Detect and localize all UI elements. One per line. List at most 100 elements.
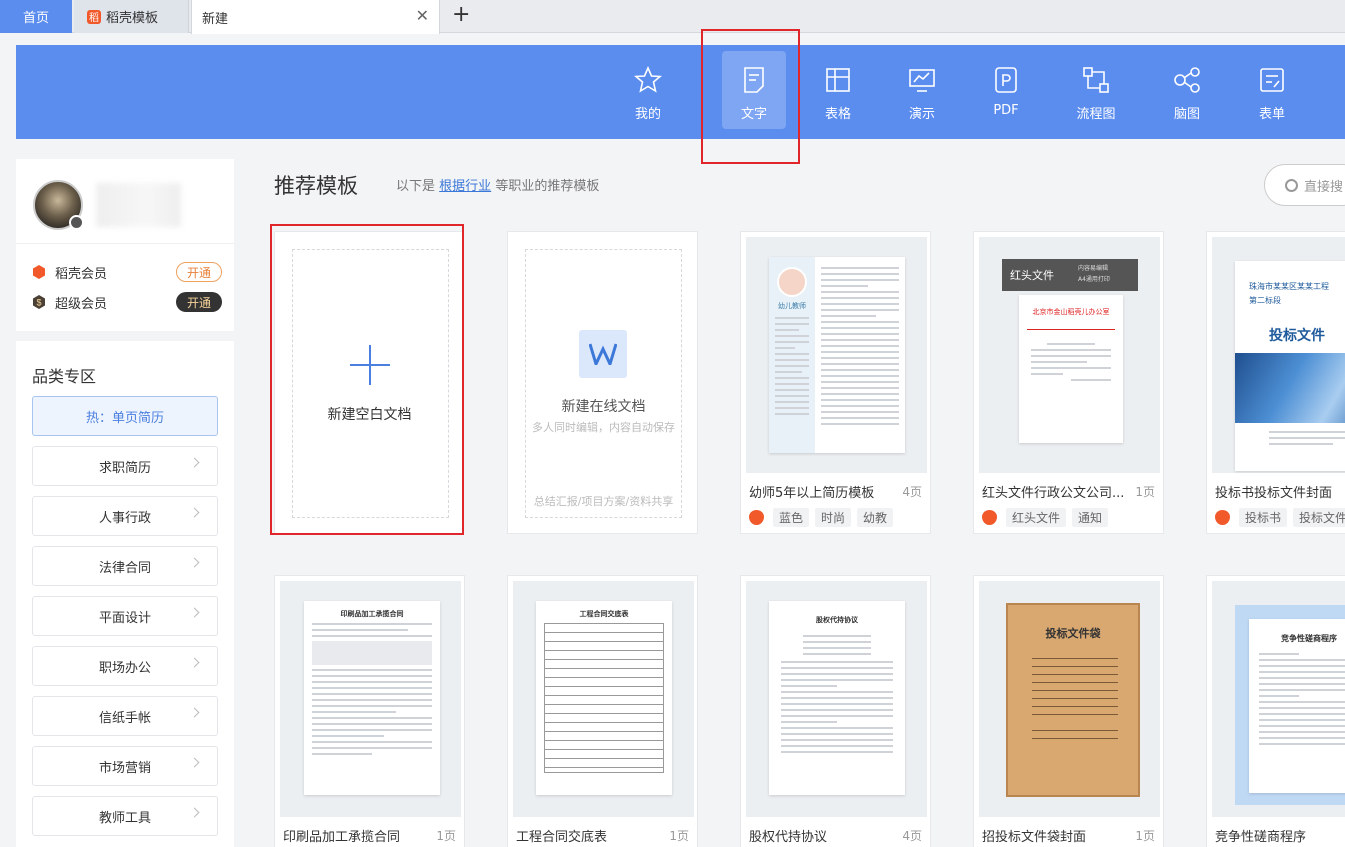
category-item[interactable]: 教师工具	[32, 796, 218, 836]
nav-form-label: 表单	[1258, 107, 1285, 122]
nav-flowchart[interactable]: 流程图	[1064, 51, 1128, 129]
tag[interactable]: 时尚	[815, 508, 852, 527]
super-member-row: $ 超级会员 开通	[32, 292, 222, 312]
thumb-head: 竞争性磋商程序	[1281, 634, 1337, 643]
template-pages: 4页	[902, 829, 922, 843]
super-member-icon: $	[33, 295, 45, 309]
docer-member-open-button[interactable]: 开通	[176, 262, 222, 282]
user-card: 稻壳会员 开通 $ 超级会员 开通	[16, 159, 234, 331]
template-tags: 投标书 投标文件	[1215, 508, 1345, 527]
thumb-line1: 珠海市某某区某某工程	[1249, 282, 1329, 291]
username-blurred	[96, 183, 181, 227]
search-placeholder: 直接搜	[1304, 179, 1344, 195]
tab-home[interactable]: 首页	[0, 0, 72, 33]
thumb-org: 北京市金山稻壳儿办公室	[1032, 308, 1110, 316]
docer-logo-icon: 稻	[87, 9, 101, 24]
category-label: 市场营销	[98, 760, 151, 776]
template-tags: 蓝色 时尚 幼教	[749, 508, 899, 527]
super-member-open-button[interactable]: 开通	[176, 292, 222, 312]
template-card[interactable]: 珠海市某某区某某工程 第二标段 投标文件 投标书投标文件封面 投标书 投标文件	[1206, 231, 1345, 534]
thumb-head: 工程合同交底表	[579, 610, 629, 618]
nav-flowchart-label: 流程图	[1076, 107, 1116, 122]
template-card[interactable]: 竞争性磋商程序 竞争性磋商程序	[1206, 575, 1345, 847]
category-label: 求职简历	[98, 460, 151, 476]
template-card[interactable]: 投标文件袋 招投标文件袋封面 1页	[973, 575, 1164, 847]
nav-mindmap-label: 脑图	[1173, 107, 1200, 122]
category-item[interactable]: 法律合同	[32, 546, 218, 586]
nav-my-label: 我的	[634, 107, 661, 122]
category-panel: 品类专区 热：单页简历 求职简历 人事行政 法律合同 平面设计 职场办公 信纸手…	[16, 341, 234, 847]
category-item[interactable]: 市场营销	[32, 746, 218, 786]
nav-pdf[interactable]: PDF	[974, 51, 1038, 129]
template-pages: 1页	[1135, 485, 1155, 499]
thumb-head: 印刷品加工承揽合同	[340, 610, 404, 618]
divider	[16, 243, 234, 244]
star-icon	[633, 66, 663, 93]
nav-sheet-label: 表格	[824, 107, 851, 122]
category-item[interactable]: 职场办公	[32, 646, 218, 686]
thumb-big: 投标文件	[1269, 328, 1325, 344]
chevron-right-icon	[189, 657, 200, 668]
tag[interactable]: 通知	[1072, 508, 1109, 527]
new-online-doc-card[interactable]: 新建在线文档 多人同时编辑，内容自动保存 总结汇报/项目方案/资料共享	[507, 231, 698, 534]
template-pages: 1页	[436, 829, 456, 843]
tab-new[interactable]: 新建 ✕	[191, 0, 440, 34]
template-thumbnail: 印刷品加工承揽合同	[280, 581, 461, 817]
template-thumbnail: 红头文件 内容易编辑 A4通用打印 北京市金山稻壳儿办公室	[979, 237, 1160, 473]
tag[interactable]: 蓝色	[773, 508, 810, 527]
template-card[interactable]: 工程合同交底表 工程合同交底表 1页	[507, 575, 698, 847]
category-label: 信纸手帐	[98, 710, 151, 726]
industry-link[interactable]: 根据行业	[439, 179, 491, 194]
chevron-right-icon	[189, 557, 200, 568]
nav-my[interactable]: 我的	[616, 51, 680, 129]
nav-presentation[interactable]: 演示	[890, 51, 954, 129]
tab-new-label: 新建	[202, 11, 229, 27]
category-item[interactable]: 信纸手帐	[32, 696, 218, 736]
tab-templates[interactable]: 稻 稻壳模板	[74, 0, 189, 33]
category-title: 品类专区	[32, 367, 97, 386]
docer-member-row: 稻壳会员 开通	[32, 262, 222, 282]
template-title: 招投标文件袋封面	[982, 830, 1087, 845]
template-card[interactable]: 幼儿教师 幼师5年以上简历模板 4页 蓝色 时尚 幼教	[740, 231, 931, 534]
template-thumbnail: 工程合同交底表	[513, 581, 694, 817]
category-item[interactable]: 求职简历	[32, 446, 218, 486]
search-input[interactable]: 直接搜	[1264, 164, 1345, 206]
chevron-right-icon	[189, 707, 200, 718]
template-card[interactable]: 印刷品加工承揽合同 印刷品加工承揽合同 1页	[274, 575, 465, 847]
form-icon	[1260, 68, 1284, 92]
thumb-side: 内容易编辑	[1078, 265, 1109, 272]
resume-photo	[777, 267, 807, 297]
nav-form[interactable]: 表单	[1240, 51, 1304, 129]
docer-logo-icon	[1215, 510, 1230, 525]
nav-sheet[interactable]: 表格	[806, 51, 870, 129]
template-thumbnail: 幼儿教师	[746, 237, 927, 473]
nav-mindmap[interactable]: 脑图	[1155, 51, 1219, 129]
template-card[interactable]: 红头文件 内容易编辑 A4通用打印 北京市金山稻壳儿办公室 红头文件行政公文公司…	[973, 231, 1164, 534]
tag[interactable]: 红头文件	[1006, 508, 1067, 527]
nav-presentation-label: 演示	[908, 107, 935, 122]
tag[interactable]: 投标书	[1239, 508, 1288, 527]
tab-bar: 首页 稻 稻壳模板 新建 ✕ +	[0, 0, 1345, 34]
template-card[interactable]: 股权代持协议 股权代持协议 4页	[740, 575, 931, 847]
tag[interactable]: 幼教	[857, 508, 894, 527]
template-title: 红头文件行政公文公司...	[982, 486, 1125, 501]
thumb-side2: A4通用打印	[1078, 276, 1110, 283]
template-title: 印刷品加工承揽合同	[283, 830, 401, 845]
presentation-icon	[909, 69, 935, 92]
plus-icon[interactable]: +	[452, 4, 470, 26]
tab-templates-label: 稻壳模板	[106, 11, 159, 26]
close-icon[interactable]: ✕	[416, 8, 429, 24]
docer-member-icon	[33, 265, 45, 279]
category-hot-resume[interactable]: 热：单页简历	[32, 396, 218, 436]
page-title: 推荐模板	[274, 174, 358, 198]
thumb-line2: 第二标段	[1249, 296, 1281, 305]
word-online-icon	[579, 330, 627, 378]
docer-logo-icon	[749, 510, 764, 525]
tag[interactable]: 投标文件	[1293, 508, 1345, 527]
chevron-right-icon	[189, 607, 200, 618]
table-icon	[826, 68, 850, 92]
subtitle-suffix: 等职业的推荐模板	[495, 179, 600, 194]
highlight-box-text-nav	[701, 29, 800, 164]
category-item[interactable]: 人事行政	[32, 496, 218, 536]
category-item[interactable]: 平面设计	[32, 596, 218, 636]
